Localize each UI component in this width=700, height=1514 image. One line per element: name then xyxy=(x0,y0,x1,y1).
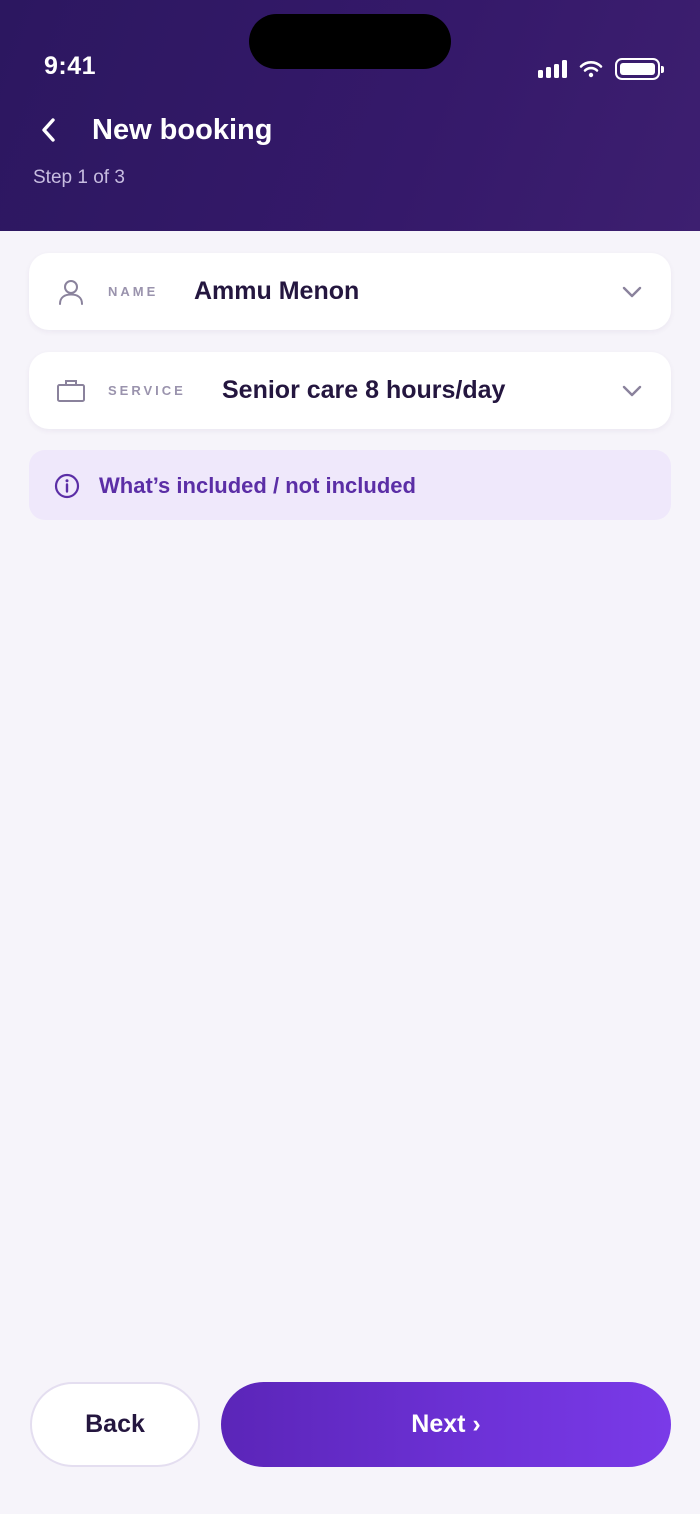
next-button[interactable]: Next › xyxy=(221,1382,671,1467)
chevron-down-icon xyxy=(622,286,642,298)
service-select[interactable]: SERVICE Senior care 8 hours/day xyxy=(29,352,671,429)
name-label: NAME xyxy=(108,284,159,299)
name-value: Ammu Menon xyxy=(194,277,360,305)
page-title: New booking xyxy=(92,113,273,146)
status-bar: 9:41 xyxy=(0,0,700,100)
signal-icon xyxy=(538,60,567,78)
status-time: 9:41 xyxy=(44,52,97,80)
name-select[interactable]: NAME Ammu Menon xyxy=(29,253,671,330)
status-icons xyxy=(538,58,664,80)
back-button[interactable]: Back xyxy=(30,1382,200,1467)
chevron-left-icon[interactable] xyxy=(38,112,64,148)
step-indicator: Step 1 of 3 xyxy=(33,167,125,188)
service-value: Senior care 8 hours/day xyxy=(222,376,506,404)
info-icon xyxy=(54,473,80,499)
nav-row: New booking xyxy=(38,112,272,148)
service-label: SERVICE xyxy=(108,383,186,398)
info-text: What’s included / not included xyxy=(99,473,416,498)
battery-icon xyxy=(615,58,664,80)
header: 9:41 New booking Step 1 of 3 xyxy=(0,0,700,231)
chevron-down-icon xyxy=(622,385,642,397)
included-info-link[interactable]: What’s included / not included xyxy=(29,450,671,520)
person-icon xyxy=(59,280,83,305)
briefcase-icon xyxy=(57,380,85,402)
wifi-icon xyxy=(579,61,603,78)
dynamic-island xyxy=(249,14,451,69)
